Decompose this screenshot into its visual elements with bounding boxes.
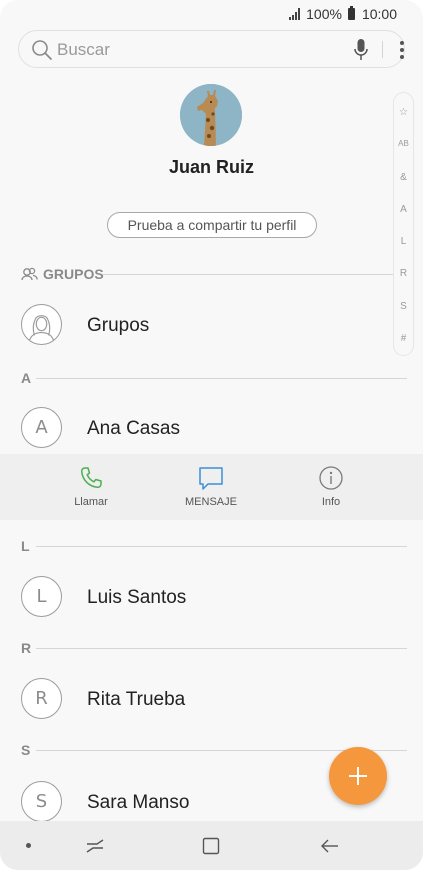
nav-dot-indicator [18,821,38,870]
index-groups[interactable]: AB [394,139,413,148]
section-header-l: L [21,537,407,555]
section-divider [36,648,407,649]
contact-name: Rita Trueba [87,689,186,710]
person-silhouette-icon [29,315,54,341]
contact-avatar: L [21,576,62,617]
index-favorites[interactable]: ☆ [394,107,413,118]
search-bar[interactable]: Buscar [18,30,405,68]
section-letter: S [21,742,31,758]
contact-name: Luis Santos [87,587,187,608]
contact-row-luis-santos[interactable]: L Luis Santos [0,563,423,633]
groups-section-title: GRUPOS [43,266,104,282]
info-label: Info [321,496,341,508]
battery-percent: 100% [306,6,342,22]
contact-name: Ana Casas [87,418,180,439]
add-contact-button[interactable] [329,747,387,805]
section-divider [103,274,393,275]
signal-icon [289,8,301,20]
recent-apps-button[interactable] [80,821,110,870]
giraffe-photo [180,84,242,146]
share-profile-button[interactable]: Prueba a compartir tu perfil [107,212,317,238]
system-nav-bar [0,821,423,870]
status-bar: 100% 10:00 [0,0,423,28]
more-options-icon[interactable] [395,39,409,61]
home-icon [202,837,220,854]
section-letter: L [21,538,30,554]
contact-row-rita-trueba[interactable]: R Rita Trueba [0,665,423,735]
search-divider [382,41,383,58]
message-label: MENSAJE [185,496,237,508]
section-letter: A [21,370,32,386]
info-icon [319,466,343,490]
message-button[interactable]: MENSAJE [161,454,261,520]
microphone-icon[interactable] [353,38,369,62]
section-divider [36,546,407,547]
index-letter-l[interactable]: L [394,236,413,247]
contacts-screen: 100% 10:00 Buscar Juan Ruiz Prueba a com… [0,0,423,870]
back-button[interactable] [315,821,345,870]
groups-label: Grupos [87,315,150,336]
index-letter-a[interactable]: A [394,204,413,215]
contact-avatar: S [21,781,62,822]
section-header-r: R [21,639,407,657]
section-divider [36,378,407,379]
profile-name[interactable]: Juan Ruiz [0,157,423,178]
section-header-a: A [21,369,407,387]
section-letter: R [21,640,32,656]
message-icon [199,467,223,490]
profile-avatar[interactable] [180,84,242,146]
home-button[interactable] [196,821,226,870]
clock: 10:00 [361,6,397,22]
call-button[interactable]: Llamar [41,454,141,520]
index-symbols[interactable]: & [394,172,413,183]
plus-icon [349,767,367,785]
contact-avatar: R [21,678,62,719]
index-letter-r[interactable]: R [394,268,413,279]
recent-apps-icon [86,838,104,853]
call-label: Llamar [74,496,108,508]
groups-icon [21,267,38,281]
search-icon [32,40,52,60]
contact-avatar: A [21,407,62,448]
info-button[interactable]: Info [281,454,381,520]
battery-icon [347,6,355,20]
groups-section-header: GRUPOS [21,265,393,283]
back-arrow-icon [321,839,338,852]
contact-name: Sara Manso [87,792,190,813]
groups-row[interactable]: Grupos [0,291,423,361]
contact-action-bar: Llamar MENSAJE Info [0,454,423,520]
groups-avatar [21,304,62,345]
search-placeholder[interactable]: Buscar [57,40,110,60]
phone-icon [80,467,102,489]
